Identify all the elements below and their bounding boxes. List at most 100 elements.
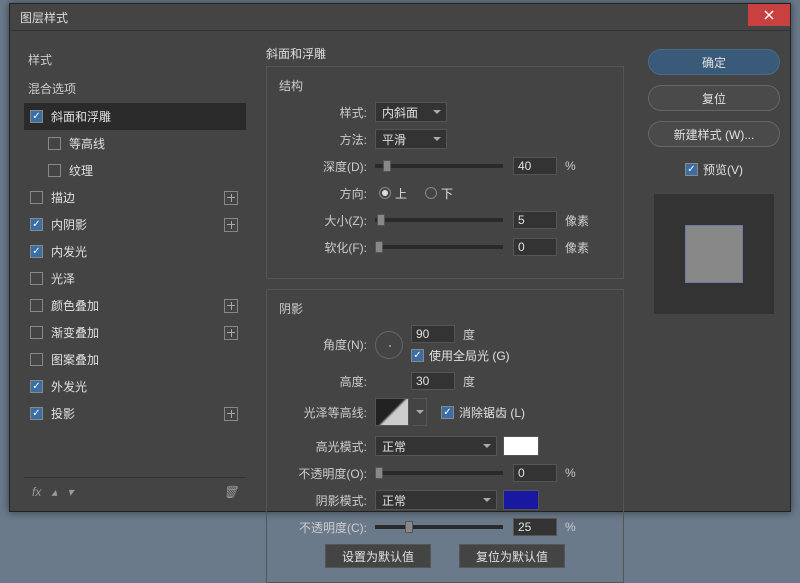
preview-box [654,194,774,314]
depth-input[interactable]: 40 [513,157,557,175]
sidebar-item-label: 图案叠加 [51,351,99,368]
highlight-opacity-slider[interactable] [375,471,503,475]
checkbox-icon[interactable] [48,164,61,177]
add-icon[interactable] [224,299,238,313]
add-icon[interactable] [224,326,238,340]
ok-button[interactable]: 确定 [648,49,780,75]
soften-slider[interactable] [375,245,503,249]
shadow-opacity-input[interactable]: 25 [513,518,557,536]
shadow-mode-select[interactable]: 正常 [375,490,497,510]
altitude-label: 高度: [277,373,375,390]
checkbox-icon[interactable] [30,272,43,285]
sidebar-item-label: 光泽 [51,270,75,287]
set-default-button[interactable]: 设置为默认值 [325,544,431,568]
method-select[interactable]: 平滑 [375,129,447,149]
depth-slider[interactable] [375,164,503,168]
angle-label: 角度(N): [277,336,375,353]
altitude-input[interactable]: 30 [411,372,455,390]
sidebar-item-11[interactable]: 投影 [24,400,246,427]
angle-input[interactable]: 90 [411,325,455,343]
gloss-contour-label: 光泽等高线: [277,404,375,421]
sidebar-item-5[interactable]: 内发光 [24,238,246,265]
sidebar-item-label: 描边 [51,189,75,206]
style-label: 样式: [277,104,375,121]
highlight-mode-select[interactable]: 正常 [375,436,497,456]
sidebar-item-2[interactable]: 纹理 [24,157,246,184]
sidebar-item-label: 等高线 [69,135,105,152]
sidebar-item-8[interactable]: 渐变叠加 [24,319,246,346]
direction-up-radio[interactable] [379,187,391,199]
gloss-contour-picker[interactable] [375,398,409,426]
titlebar: 图层样式 [10,4,790,31]
angle-dial[interactable] [375,331,403,359]
add-icon[interactable] [224,407,238,421]
add-icon[interactable] [224,191,238,205]
checkbox-icon[interactable] [48,137,61,150]
checkbox-icon[interactable] [30,353,43,366]
direction-label: 方向: [277,185,375,202]
preview-checkbox[interactable] [685,163,698,176]
soften-input[interactable]: 0 [513,238,557,256]
new-style-button[interactable]: 新建样式 (W)... [648,121,780,147]
style-select[interactable]: 内斜面 [375,102,447,122]
settings-panel: 斜面和浮雕 结构 样式:内斜面 方法:平滑 深度(D):40% 方向:上下 大小… [252,31,638,511]
right-panel: 确定 复位 新建样式 (W)... 预览(V) [638,31,790,511]
sidebar-item-1[interactable]: 等高线 [24,130,246,157]
styles-sidebar: 样式 混合选项 斜面和浮雕等高线纹理描边内阴影内发光光泽颜色叠加渐变叠加图案叠加… [10,31,252,511]
sidebar-item-6[interactable]: 光泽 [24,265,246,292]
highlight-color-swatch[interactable] [503,436,539,456]
sidebar-item-3[interactable]: 描边 [24,184,246,211]
shadow-opacity-label: 不透明度(C): [277,519,375,536]
checkbox-icon[interactable] [30,299,43,312]
window-title: 图层样式 [20,9,68,26]
panel-title: 斜面和浮雕 [266,45,624,62]
arrow-down-icon[interactable]: ▾ [67,485,73,499]
sidebar-item-4[interactable]: 内阴影 [24,211,246,238]
gloss-contour-dropdown[interactable] [413,398,427,426]
highlight-mode-label: 高光模式: [277,438,375,455]
checkbox-icon[interactable] [30,218,43,231]
shadow-mode-label: 阴影模式: [277,492,375,509]
checkbox-icon[interactable] [30,380,43,393]
checkbox-icon[interactable] [30,326,43,339]
checkbox-icon[interactable] [30,407,43,420]
sidebar-item-7[interactable]: 颜色叠加 [24,292,246,319]
sidebar-item-label: 内发光 [51,243,87,260]
add-icon[interactable] [224,218,238,232]
shadow-opacity-slider[interactable] [375,525,503,529]
fx-icon[interactable]: fx [32,485,41,499]
depth-label: 深度(D): [277,158,375,175]
blend-header[interactable]: 混合选项 [24,74,246,103]
sidebar-item-10[interactable]: 外发光 [24,373,246,400]
size-input[interactable]: 5 [513,211,557,229]
shadow-group: 阴影 角度(N):90度使用全局光 (G) 高度:30度 光泽等高线:消除锯齿 … [266,289,624,583]
sidebar-item-0[interactable]: 斜面和浮雕 [24,103,246,130]
soften-label: 软化(F): [277,239,375,256]
sidebar-item-9[interactable]: 图案叠加 [24,346,246,373]
size-slider[interactable] [375,218,503,222]
checkbox-icon[interactable] [30,245,43,258]
layer-style-dialog: 图层样式 样式 混合选项 斜面和浮雕等高线纹理描边内阴影内发光光泽颜色叠加渐变叠… [9,3,791,512]
sidebar-item-label: 内阴影 [51,216,87,233]
highlight-opacity-label: 不透明度(O): [277,465,375,482]
method-label: 方法: [277,131,375,148]
checkbox-icon[interactable] [30,191,43,204]
size-label: 大小(Z): [277,212,375,229]
shadow-color-swatch[interactable] [503,490,539,510]
sidebar-item-label: 投影 [51,405,75,422]
global-light-checkbox[interactable] [411,349,424,362]
antialias-checkbox[interactable] [441,406,454,419]
sidebar-item-label: 斜面和浮雕 [51,108,111,125]
sidebar-footer: fx ▴ ▾ 🗑 [24,477,246,505]
checkbox-icon[interactable] [30,110,43,123]
highlight-opacity-input[interactable]: 0 [513,464,557,482]
close-button[interactable] [748,4,790,26]
styles-header[interactable]: 样式 [24,45,246,74]
direction-down-radio[interactable] [425,187,437,199]
trash-icon[interactable]: 🗑 [223,485,238,499]
close-icon [764,10,774,20]
cancel-button[interactable]: 复位 [648,85,780,111]
arrow-up-icon[interactable]: ▴ [51,485,57,499]
sidebar-item-label: 外发光 [51,378,87,395]
reset-default-button[interactable]: 复位为默认值 [459,544,565,568]
